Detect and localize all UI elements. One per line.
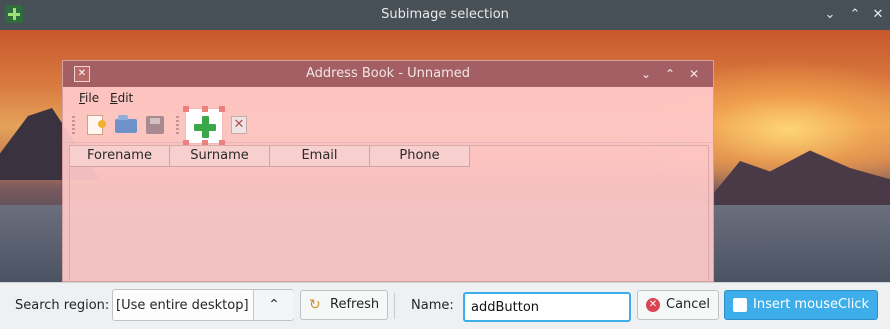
name-label: Name: bbox=[411, 298, 454, 313]
cancel-button[interactable]: ✕ Cancel bbox=[637, 290, 719, 320]
table-header: Forename Surname Email Phone bbox=[70, 146, 470, 167]
toolbar-grip[interactable] bbox=[72, 116, 75, 134]
maximize-icon[interactable]: ⌃ bbox=[845, 5, 865, 25]
menu-edit[interactable]: Edit bbox=[110, 91, 133, 105]
name-input[interactable] bbox=[471, 298, 621, 316]
selection-handle[interactable] bbox=[202, 106, 208, 112]
close-icon[interactable]: ✕ bbox=[868, 5, 888, 25]
column-header-forename[interactable]: Forename bbox=[70, 146, 170, 167]
toolbar-grip-2[interactable] bbox=[176, 116, 179, 134]
selection-handle[interactable] bbox=[219, 106, 225, 112]
bottom-bar: Search region: [Use entire desktop] ⌃ ↻ … bbox=[0, 282, 890, 329]
menu-file[interactable]: File bbox=[79, 91, 99, 105]
cancel-icon: ✕ bbox=[646, 298, 660, 312]
inner-titlebar: ✕ Address Book - Unnamed ⌄ ⌃ ✕ bbox=[63, 61, 713, 87]
search-region-label: Search region: bbox=[15, 298, 110, 313]
search-region-select[interactable]: [Use entire desktop] ⌃ bbox=[112, 289, 294, 321]
inner-close-icon[interactable]: ✕ bbox=[685, 65, 703, 83]
column-header-surname[interactable]: Surname bbox=[170, 146, 270, 167]
delete-button[interactable]: ✕ bbox=[227, 112, 253, 138]
name-field[interactable] bbox=[463, 292, 631, 322]
delete-contact-icon: ✕ bbox=[231, 116, 247, 134]
insert-icon bbox=[733, 298, 747, 312]
add-contact-icon-bar bbox=[194, 124, 216, 131]
save-icon bbox=[146, 116, 164, 134]
minimize-icon[interactable]: ⌄ bbox=[820, 5, 840, 25]
menubar: File Edit bbox=[63, 87, 713, 109]
refresh-label: Refresh bbox=[330, 297, 380, 312]
new-document-icon bbox=[87, 115, 106, 135]
refresh-button[interactable]: ↻ Refresh bbox=[300, 290, 388, 320]
address-book-window[interactable]: ✕ Address Book - Unnamed ⌄ ⌃ ✕ File Edit… bbox=[62, 60, 714, 285]
separator bbox=[394, 293, 395, 319]
search-region-value: [Use entire desktop] bbox=[116, 298, 249, 313]
insert-mouseclick-button[interactable]: Insert mouseClick bbox=[724, 290, 878, 320]
selection-handle[interactable] bbox=[183, 106, 189, 112]
new-button[interactable] bbox=[83, 112, 109, 138]
toolbar: ✕ bbox=[63, 106, 713, 146]
inner-maximize-icon[interactable]: ⌃ bbox=[661, 65, 679, 83]
insert-label: Insert mouseClick bbox=[753, 297, 870, 312]
cancel-label: Cancel bbox=[666, 297, 711, 312]
outer-titlebar: Subimage selection ⌄ ⌃ ✕ bbox=[0, 0, 890, 30]
column-header-email[interactable]: Email bbox=[270, 146, 370, 167]
contacts-table[interactable]: Forename Surname Email Phone bbox=[69, 145, 709, 285]
open-folder-icon bbox=[115, 115, 137, 133]
refresh-icon: ↻ bbox=[309, 297, 321, 313]
window-title: Subimage selection bbox=[381, 7, 509, 22]
open-button[interactable] bbox=[113, 112, 139, 138]
inner-window-title: Address Book - Unnamed bbox=[305, 66, 471, 81]
inner-minimize-icon[interactable]: ⌄ bbox=[637, 65, 655, 83]
add-button[interactable] bbox=[183, 106, 225, 146]
save-button[interactable] bbox=[143, 112, 169, 138]
chevron-up-icon[interactable]: ⌃ bbox=[253, 290, 294, 320]
column-header-phone[interactable]: Phone bbox=[370, 146, 470, 167]
